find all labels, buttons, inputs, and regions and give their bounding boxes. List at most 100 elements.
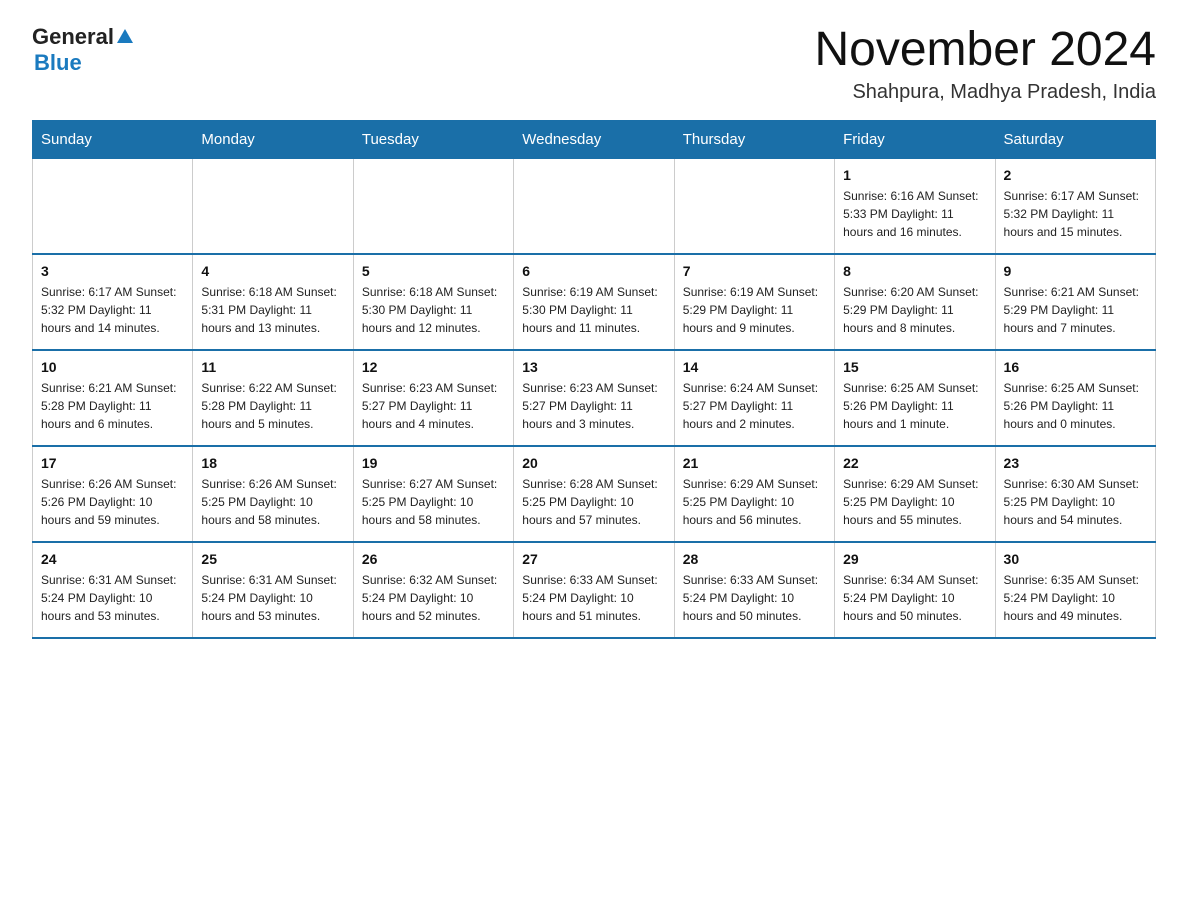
day-number: 1 bbox=[843, 167, 986, 183]
day-number: 17 bbox=[41, 455, 184, 471]
calendar-cell bbox=[193, 158, 353, 254]
day-number: 26 bbox=[362, 551, 505, 567]
page-title: November 2024 bbox=[814, 24, 1156, 77]
day-info: Sunrise: 6:34 AM Sunset: 5:24 PM Dayligh… bbox=[843, 571, 986, 625]
calendar-cell: 19Sunrise: 6:27 AM Sunset: 5:25 PM Dayli… bbox=[353, 446, 513, 542]
logo-text-blue: Blue bbox=[34, 50, 82, 75]
day-info: Sunrise: 6:32 AM Sunset: 5:24 PM Dayligh… bbox=[362, 571, 505, 625]
day-info: Sunrise: 6:19 AM Sunset: 5:29 PM Dayligh… bbox=[683, 283, 826, 337]
calendar-cell: 20Sunrise: 6:28 AM Sunset: 5:25 PM Dayli… bbox=[514, 446, 674, 542]
day-info: Sunrise: 6:23 AM Sunset: 5:27 PM Dayligh… bbox=[362, 379, 505, 433]
day-number: 29 bbox=[843, 551, 986, 567]
logo: General Blue bbox=[32, 24, 136, 76]
calendar-week-row: 1 Sunrise: 6:16 AM Sunset: 5:33 PM Daylig… bbox=[33, 158, 1156, 254]
calendar-cell: 26 Sunrise: 6:32 AM Sunset: 5:24 PM Dayli… bbox=[353, 542, 513, 638]
calendar-cell: 10 Sunrise: 6:21 AM Sunset: 5:28 PM Dayli… bbox=[33, 350, 193, 446]
day-number: 3 bbox=[41, 263, 184, 279]
calendar-cell: 27Sunrise: 6:33 AM Sunset: 5:24 PM Dayli… bbox=[514, 542, 674, 638]
day-number: 2 bbox=[1004, 167, 1147, 183]
calendar-cell: 22 Sunrise: 6:29 AM Sunset: 5:25 PM Dayli… bbox=[835, 446, 995, 542]
calendar-cell: 14 Sunrise: 6:24 AM Sunset: 5:27 PM Dayli… bbox=[674, 350, 834, 446]
page-header: General Blue November 2024 Shahpura, Mad… bbox=[32, 24, 1156, 104]
day-number: 16 bbox=[1004, 359, 1147, 375]
calendar-week-row: 10 Sunrise: 6:21 AM Sunset: 5:28 PM Dayli… bbox=[33, 350, 1156, 446]
calendar-cell: 28 Sunrise: 6:33 AM Sunset: 5:24 PM Dayli… bbox=[674, 542, 834, 638]
calendar-cell bbox=[674, 158, 834, 254]
calendar-cell: 11 Sunrise: 6:22 AM Sunset: 5:28 PM Dayli… bbox=[193, 350, 353, 446]
day-number: 19 bbox=[362, 455, 505, 471]
day-number: 13 bbox=[522, 359, 665, 375]
day-number: 24 bbox=[41, 551, 184, 567]
day-info: Sunrise: 6:18 AM Sunset: 5:30 PM Dayligh… bbox=[362, 283, 505, 337]
calendar-header-monday: Monday bbox=[193, 120, 353, 158]
day-number: 22 bbox=[843, 455, 986, 471]
day-info: Sunrise: 6:31 AM Sunset: 5:24 PM Dayligh… bbox=[41, 571, 184, 625]
calendar-cell: 15 Sunrise: 6:25 AM Sunset: 5:26 PM Dayli… bbox=[835, 350, 995, 446]
day-info: Sunrise: 6:20 AM Sunset: 5:29 PM Dayligh… bbox=[843, 283, 986, 337]
day-info: Sunrise: 6:21 AM Sunset: 5:28 PM Dayligh… bbox=[41, 379, 184, 433]
day-info: Sunrise: 6:31 AM Sunset: 5:24 PM Dayligh… bbox=[201, 571, 344, 625]
day-info: Sunrise: 6:16 AM Sunset: 5:33 PM Dayligh… bbox=[843, 187, 986, 241]
calendar-header-row: SundayMondayTuesdayWednesdayThursdayFrid… bbox=[33, 120, 1156, 158]
day-number: 28 bbox=[683, 551, 826, 567]
calendar-cell: 17 Sunrise: 6:26 AM Sunset: 5:26 PM Dayli… bbox=[33, 446, 193, 542]
calendar-header-friday: Friday bbox=[835, 120, 995, 158]
day-number: 6 bbox=[522, 263, 665, 279]
calendar-cell: 21 Sunrise: 6:29 AM Sunset: 5:25 PM Dayli… bbox=[674, 446, 834, 542]
day-number: 10 bbox=[41, 359, 184, 375]
page-subtitle: Shahpura, Madhya Pradesh, India bbox=[814, 81, 1156, 104]
calendar-week-row: 3 Sunrise: 6:17 AM Sunset: 5:32 PM Daylig… bbox=[33, 254, 1156, 350]
calendar-cell: 29 Sunrise: 6:34 AM Sunset: 5:24 PM Dayli… bbox=[835, 542, 995, 638]
calendar-cell: 1 Sunrise: 6:16 AM Sunset: 5:33 PM Daylig… bbox=[835, 158, 995, 254]
day-number: 27 bbox=[522, 551, 665, 567]
calendar-cell: 2 Sunrise: 6:17 AM Sunset: 5:32 PM Daylig… bbox=[995, 158, 1155, 254]
day-number: 8 bbox=[843, 263, 986, 279]
calendar-cell: 30Sunrise: 6:35 AM Sunset: 5:24 PM Dayli… bbox=[995, 542, 1155, 638]
calendar-cell: 3 Sunrise: 6:17 AM Sunset: 5:32 PM Daylig… bbox=[33, 254, 193, 350]
day-info: Sunrise: 6:33 AM Sunset: 5:24 PM Dayligh… bbox=[683, 571, 826, 625]
day-info: Sunrise: 6:17 AM Sunset: 5:32 PM Dayligh… bbox=[41, 283, 184, 337]
calendar-cell: 7 Sunrise: 6:19 AM Sunset: 5:29 PM Daylig… bbox=[674, 254, 834, 350]
day-number: 21 bbox=[683, 455, 826, 471]
logo-text-general: General bbox=[32, 24, 114, 50]
day-number: 14 bbox=[683, 359, 826, 375]
calendar-table: SundayMondayTuesdayWednesdayThursdayFrid… bbox=[32, 120, 1156, 639]
logo-triangle-icon bbox=[115, 27, 135, 47]
day-number: 25 bbox=[201, 551, 344, 567]
calendar-header-sunday: Sunday bbox=[33, 120, 193, 158]
calendar-cell: 8 Sunrise: 6:20 AM Sunset: 5:29 PM Daylig… bbox=[835, 254, 995, 350]
day-info: Sunrise: 6:23 AM Sunset: 5:27 PM Dayligh… bbox=[522, 379, 665, 433]
day-info: Sunrise: 6:29 AM Sunset: 5:25 PM Dayligh… bbox=[843, 475, 986, 529]
calendar-cell: 25 Sunrise: 6:31 AM Sunset: 5:24 PM Dayli… bbox=[193, 542, 353, 638]
calendar-cell: 4Sunrise: 6:18 AM Sunset: 5:31 PM Daylig… bbox=[193, 254, 353, 350]
calendar-cell bbox=[33, 158, 193, 254]
day-number: 11 bbox=[201, 359, 344, 375]
calendar-cell bbox=[353, 158, 513, 254]
day-info: Sunrise: 6:22 AM Sunset: 5:28 PM Dayligh… bbox=[201, 379, 344, 433]
day-info: Sunrise: 6:21 AM Sunset: 5:29 PM Dayligh… bbox=[1004, 283, 1147, 337]
day-number: 15 bbox=[843, 359, 986, 375]
day-number: 7 bbox=[683, 263, 826, 279]
day-number: 23 bbox=[1004, 455, 1147, 471]
calendar-header-saturday: Saturday bbox=[995, 120, 1155, 158]
day-info: Sunrise: 6:25 AM Sunset: 5:26 PM Dayligh… bbox=[843, 379, 986, 433]
day-number: 30 bbox=[1004, 551, 1147, 567]
day-info: Sunrise: 6:19 AM Sunset: 5:30 PM Dayligh… bbox=[522, 283, 665, 337]
calendar-cell: 18Sunrise: 6:26 AM Sunset: 5:25 PM Dayli… bbox=[193, 446, 353, 542]
calendar-cell bbox=[514, 158, 674, 254]
calendar-header-wednesday: Wednesday bbox=[514, 120, 674, 158]
day-info: Sunrise: 6:25 AM Sunset: 5:26 PM Dayligh… bbox=[1004, 379, 1147, 433]
day-info: Sunrise: 6:29 AM Sunset: 5:25 PM Dayligh… bbox=[683, 475, 826, 529]
day-number: 9 bbox=[1004, 263, 1147, 279]
calendar-cell: 16 Sunrise: 6:25 AM Sunset: 5:26 PM Dayli… bbox=[995, 350, 1155, 446]
day-number: 4 bbox=[201, 263, 344, 279]
calendar-cell: 23Sunrise: 6:30 AM Sunset: 5:25 PM Dayli… bbox=[995, 446, 1155, 542]
calendar-cell: 5 Sunrise: 6:18 AM Sunset: 5:30 PM Daylig… bbox=[353, 254, 513, 350]
calendar-week-row: 17 Sunrise: 6:26 AM Sunset: 5:26 PM Dayli… bbox=[33, 446, 1156, 542]
calendar-header-thursday: Thursday bbox=[674, 120, 834, 158]
day-info: Sunrise: 6:17 AM Sunset: 5:32 PM Dayligh… bbox=[1004, 187, 1147, 241]
calendar-cell: 13 Sunrise: 6:23 AM Sunset: 5:27 PM Dayli… bbox=[514, 350, 674, 446]
day-number: 5 bbox=[362, 263, 505, 279]
day-info: Sunrise: 6:24 AM Sunset: 5:27 PM Dayligh… bbox=[683, 379, 826, 433]
day-info: Sunrise: 6:26 AM Sunset: 5:26 PM Dayligh… bbox=[41, 475, 184, 529]
